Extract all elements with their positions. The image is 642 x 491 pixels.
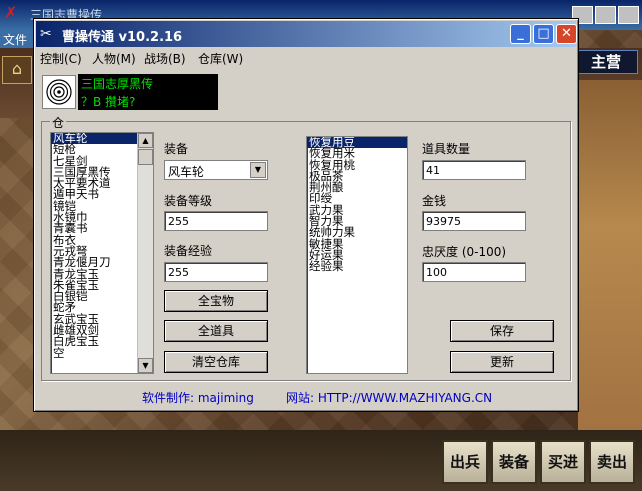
maximize-button[interactable]: □ xyxy=(533,24,554,44)
refresh-button[interactable]: 更新 xyxy=(450,351,554,373)
quantity-input[interactable] xyxy=(422,160,526,180)
level-input[interactable] xyxy=(164,211,268,231)
game-close-button[interactable] xyxy=(618,6,639,24)
tools-icon: ✂ xyxy=(40,26,52,42)
close-button[interactable]: ✕ xyxy=(556,24,577,44)
chevron-down-icon[interactable]: ▼ xyxy=(250,162,266,178)
all-treasures-button[interactable]: 全宝物 xyxy=(164,290,268,312)
target-icon xyxy=(42,75,76,109)
house-icon[interactable]: ⌂ xyxy=(2,56,32,84)
scroll-down-icon[interactable]: ▼ xyxy=(138,358,153,373)
game-name-display: 三国志厚黑传 xyxy=(78,74,218,92)
item-list-item[interactable]: 经验果 xyxy=(307,260,407,272)
game-logo-icon: ✗ xyxy=(4,3,18,22)
group-label: 仓 xyxy=(50,114,67,131)
trainer-window: ✂ 曹操传通 v10.2.16 _ □ ✕ 控制(C) 人物(M) 战场(B) … xyxy=(33,18,579,412)
author-credit: 软件制作: majiming xyxy=(142,391,254,405)
window-titlebar: ✂ 曹操传通 v10.2.16 _ □ ✕ xyxy=(36,21,577,47)
gold-label: 金钱 xyxy=(422,194,447,208)
menu-bar: 控制(C) 人物(M) 战场(B) 仓库(W) xyxy=(36,47,576,67)
command-button-equip[interactable]: 装备 xyxy=(491,440,537,484)
equipment-scrollbar[interactable]: ▲ ▼ xyxy=(137,133,153,373)
menu-control[interactable]: 控制(C) xyxy=(40,50,82,67)
exp-input[interactable] xyxy=(164,262,268,282)
loyalty-input[interactable] xyxy=(422,262,526,282)
clear-warehouse-button[interactable]: 清空仓库 xyxy=(164,351,268,373)
scroll-up-icon[interactable]: ▲ xyxy=(138,133,153,148)
menu-warehouse[interactable]: 仓库(W) xyxy=(198,50,243,67)
game-menu-file[interactable]: 文件 xyxy=(0,30,36,48)
equip-select[interactable]: 风车轮 ▼ xyxy=(164,160,268,180)
status-display: ？B 攢堵? xyxy=(78,92,218,110)
game-maximize-button[interactable] xyxy=(595,6,616,24)
equip-select-value: 风车轮 xyxy=(168,165,205,179)
exp-label: 装备经验 xyxy=(164,244,213,258)
scroll-thumb[interactable] xyxy=(138,149,153,165)
website-link[interactable]: 网站: HTTP://WWW.MAZHIYANG.CN xyxy=(286,389,492,406)
minimize-button[interactable]: _ xyxy=(510,24,531,44)
gold-input[interactable] xyxy=(422,211,526,231)
level-label: 装备等级 xyxy=(164,194,213,208)
equip-label: 装备 xyxy=(164,142,189,156)
command-button-sell[interactable]: 卖出 xyxy=(589,440,635,484)
window-title: 曹操传通 v10.2.16 xyxy=(62,30,183,45)
save-button[interactable]: 保存 xyxy=(450,320,554,342)
command-button-buy[interactable]: 买进 xyxy=(540,440,586,484)
item-listbox[interactable]: 恢复用豆 恢复用米 恢复用桃 极品茶 荆州酿 印绶 武力果 智力果 统帅力果 敏捷果 好运果 经验果 xyxy=(306,136,408,374)
command-button-sortie[interactable]: 出兵 xyxy=(442,440,488,484)
menu-battlefield[interactable]: 战场(B) xyxy=(144,50,186,67)
loyalty-label: 忠厌度 (0-100) xyxy=(422,245,507,259)
camp-label: 主营 xyxy=(574,50,638,74)
equipment-listbox[interactable]: 风车轮 短枪 七星剑 三国厚黑传 太平要术道 遁甲天书 镜铠 水镜巾 青囊书 布衣 元戎弩 青龙偃月刀… xyxy=(50,132,154,374)
quantity-label: 道具数量 xyxy=(422,142,471,156)
all-items-button[interactable]: 全道具 xyxy=(164,320,268,342)
menu-characters[interactable]: 人物(M) xyxy=(92,50,136,67)
game-floor xyxy=(578,80,642,450)
warehouse-group: 仓 风车轮 短枪 七星剑 三国厚黑传 太平要术道 遁甲天书 镜铠 水镜巾 青囊书 布衣 元戎弩 青龙偃… xyxy=(41,114,571,381)
